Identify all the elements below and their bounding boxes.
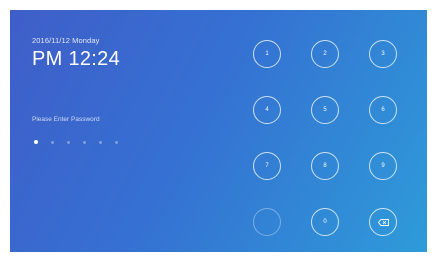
status-panel: 2016/11/12 Monday PM 12:24 [32, 36, 232, 71]
password-dot-5 [99, 140, 102, 144]
time-label: PM 12:24 [32, 48, 121, 70]
key-4[interactable]: 4 [253, 96, 281, 124]
lock-screen: 2016/11/12 Monday PM 12:24 Please Enter … [10, 10, 427, 252]
password-dot-6 [115, 140, 118, 144]
key-5[interactable]: 5 [311, 96, 339, 124]
password-indicator [34, 140, 118, 144]
key-2[interactable]: 2 [311, 40, 339, 68]
password-dot-4 [83, 140, 86, 144]
date-label: 2016/11/12 Monday [32, 36, 100, 45]
password-prompt: Please Enter Password [32, 116, 100, 123]
password-dot-3 [67, 140, 70, 144]
delete-key[interactable] [369, 208, 397, 236]
password-dot-2 [51, 140, 54, 144]
password-dot-1 [34, 140, 38, 144]
key-0[interactable]: 0 [311, 208, 339, 236]
key-9[interactable]: 9 [369, 152, 397, 180]
key-3[interactable]: 3 [369, 40, 397, 68]
key-7[interactable]: 7 [253, 152, 281, 180]
key-6[interactable]: 6 [369, 96, 397, 124]
key-blank [253, 208, 281, 236]
key-8[interactable]: 8 [311, 152, 339, 180]
backspace-icon [377, 218, 389, 226]
key-1[interactable]: 1 [253, 40, 281, 68]
numeric-keypad: 1 2 3 4 5 6 7 8 9 0 [253, 40, 418, 236]
